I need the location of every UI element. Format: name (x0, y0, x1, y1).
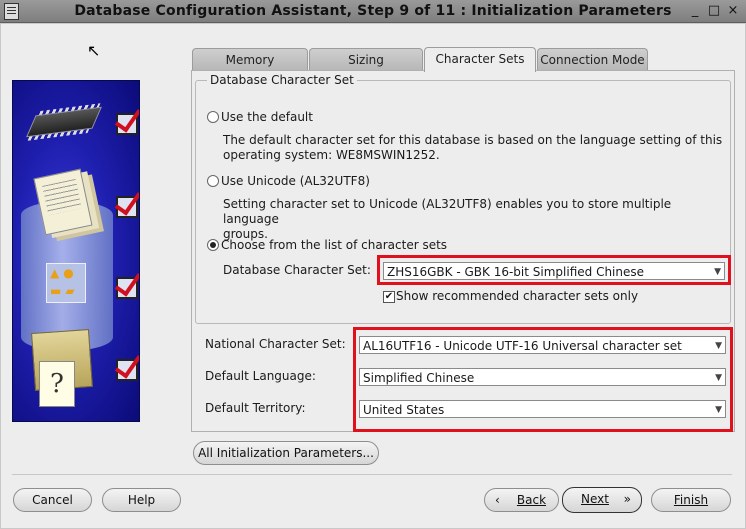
next-arrow-icon: » (623, 492, 631, 506)
default-description-line: The default character set for this datab… (223, 133, 723, 147)
radio-use-default[interactable] (207, 111, 219, 123)
maximize-button[interactable]: □ (705, 2, 723, 20)
radio-use-unicode[interactable] (207, 175, 219, 187)
default-description-line: operating system: WE8MSWIN1252. (223, 148, 440, 162)
finish-button[interactable]: Finish (651, 488, 731, 512)
completed-check-icon (116, 277, 138, 299)
shapes-icon (46, 263, 86, 303)
default-language-label: Default Language: (205, 369, 316, 383)
next-button[interactable]: Next » (562, 487, 642, 513)
highlight-box (353, 327, 733, 432)
next-button-label: Next (581, 492, 609, 506)
unicode-description: Setting character set to Unicode (AL32UT… (223, 197, 723, 242)
tab-connection-mode[interactable]: Connection Mode (537, 48, 648, 71)
default-description: The default character set for this datab… (223, 133, 723, 163)
db-charset-label: Database Character Set: (223, 263, 371, 277)
radio-label-use-unicode[interactable]: Use Unicode (AL32UTF8) (221, 174, 370, 188)
unicode-description-line: Setting character set to Unicode (AL32UT… (223, 197, 672, 226)
group-legend: Database Character Set (207, 73, 357, 87)
back-button[interactable]: ‹ Back (484, 488, 559, 512)
finish-button-label: Finish (673, 493, 709, 507)
recommended-checkbox[interactable]: ✔ (383, 291, 395, 303)
wizard-illustration: ? (12, 80, 140, 422)
tab-sizing[interactable]: Sizing (309, 48, 423, 71)
completed-check-icon (116, 113, 138, 135)
back-button-label: Back (516, 493, 547, 507)
tab-memory[interactable]: Memory (192, 48, 308, 71)
all-init-params-button[interactable]: All Initialization Parameters... (193, 441, 379, 465)
recommended-label[interactable]: Show recommended character sets only (396, 289, 638, 303)
minimize-button[interactable]: _ (686, 2, 704, 20)
radio-label-choose-from-list[interactable]: Choose from the list of character sets (221, 238, 447, 252)
tab-character-sets[interactable]: Character Sets (424, 47, 536, 72)
help-button[interactable]: Help (102, 488, 181, 512)
completed-check-icon (116, 196, 138, 218)
highlight-box (377, 255, 731, 285)
completed-check-icon (116, 359, 138, 381)
mouse-pointer-icon: ↖ (87, 41, 101, 60)
divider (12, 474, 732, 475)
cancel-button[interactable]: Cancel (13, 488, 92, 512)
question-document-icon: ? (39, 361, 75, 407)
window-title: Database Configuration Assistant, Step 9… (74, 3, 672, 19)
default-territory-label: Default Territory: (205, 401, 306, 415)
title-bar: Database Configuration Assistant, Step 9… (0, 0, 746, 23)
back-arrow-icon: ‹ (495, 493, 500, 507)
close-button[interactable]: × (724, 2, 742, 20)
national-charset-label: National Character Set: (205, 337, 346, 351)
memory-chip-icon (26, 106, 102, 138)
radio-label-use-default[interactable]: Use the default (221, 110, 313, 124)
radio-choose-from-list[interactable] (207, 239, 219, 251)
